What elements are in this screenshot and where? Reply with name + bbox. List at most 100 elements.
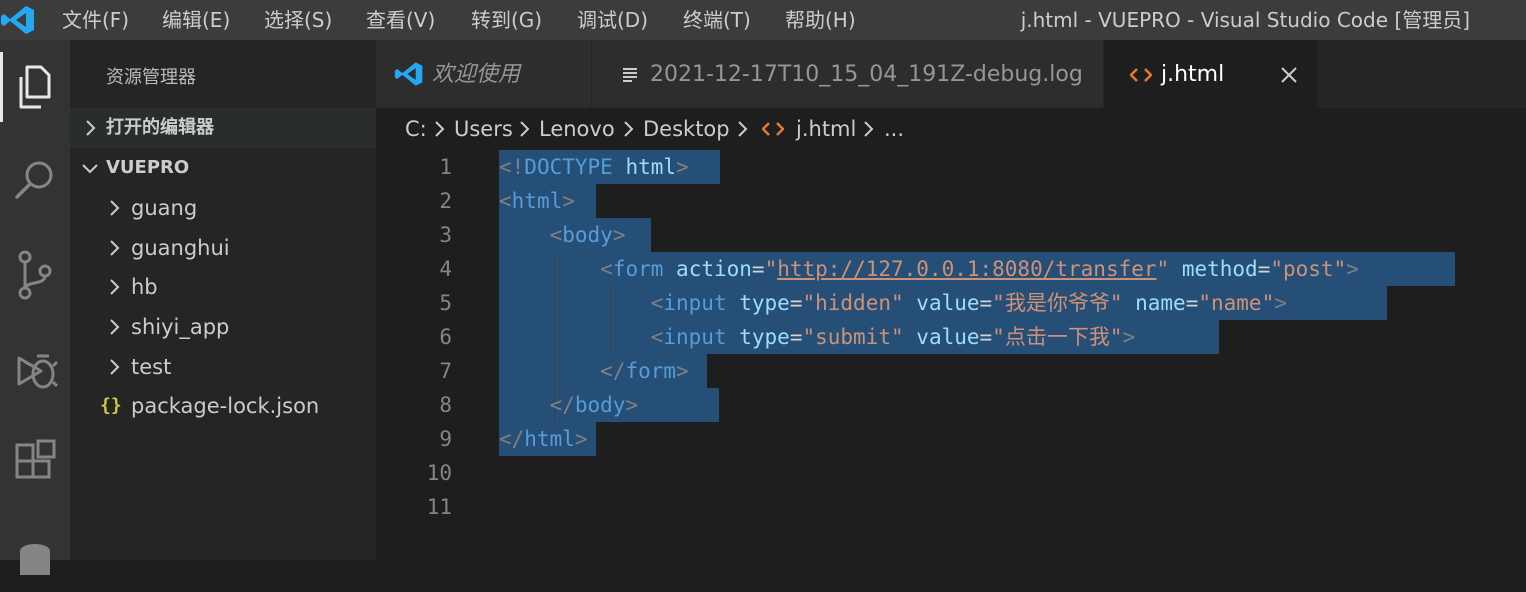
debug-icon[interactable] xyxy=(0,334,70,404)
code-line-1: <!DOCTYPE html> xyxy=(499,150,689,184)
token-bracket: > xyxy=(676,155,689,179)
html-file-icon xyxy=(762,122,784,136)
activity-bar xyxy=(0,40,70,575)
token-eq: = xyxy=(1185,291,1199,315)
code-line-5: <input type="hidden" value="我是你爷爷" name=… xyxy=(499,286,1287,320)
menu-file[interactable]: 文件(F) xyxy=(62,0,129,40)
explorer-sidebar: 资源管理器 打开的编辑器 VUEPRO guang guanghui hb sh… xyxy=(70,40,376,560)
tree-item-label: guanghui xyxy=(131,236,230,260)
chevron-right-icon xyxy=(864,121,874,137)
token-string: "submit" xyxy=(802,325,904,349)
tree-folder-guanghui[interactable]: guanghui xyxy=(70,228,376,268)
token-bracket: > xyxy=(625,393,639,417)
tree-item-label: package-lock.json xyxy=(131,394,320,418)
token-bracket: > xyxy=(676,359,689,383)
breadcrumb-item[interactable]: Lenovo xyxy=(539,108,615,150)
line-number: 11 xyxy=(426,495,452,519)
token-bracket: < xyxy=(499,189,512,213)
token-tag: html xyxy=(524,427,575,451)
search-icon[interactable] xyxy=(0,146,70,216)
breadcrumb-item[interactable]: C: xyxy=(405,108,427,150)
tree-folder-shiyi-app[interactable]: shiyi_app xyxy=(70,307,376,347)
window-title: j.html - VUEPRO - Visual Studio Code [管理… xyxy=(1020,8,1470,32)
tab-label: 欢迎使用 xyxy=(432,62,521,87)
token-quote: " xyxy=(764,257,778,281)
line-number: 2 xyxy=(439,189,452,213)
tab-debug-log[interactable]: 2021-12-17T10_15_04_191Z-debug.log xyxy=(592,40,1104,108)
url-link[interactable]: http://127.0.0.1:8080/transfer xyxy=(777,257,1156,281)
chevron-right-icon xyxy=(624,121,634,137)
explorer-icon[interactable] xyxy=(0,52,70,122)
menu-debug[interactable]: 调试(D) xyxy=(577,0,648,40)
html-file-icon xyxy=(1130,68,1152,82)
project-section[interactable]: VUEPRO xyxy=(70,148,376,188)
json-file-icon: {} xyxy=(100,395,122,416)
token-attr: action xyxy=(676,257,752,281)
line-number: 3 xyxy=(439,223,452,247)
token-tag: html xyxy=(511,189,563,213)
breadcrumb-item[interactable]: Desktop xyxy=(643,108,730,150)
token-bracket: < xyxy=(650,325,664,349)
token-string: "post" xyxy=(1270,257,1347,281)
menu-edit[interactable]: 编辑(E) xyxy=(162,0,230,40)
breadcrumb-item[interactable]: Users xyxy=(454,108,513,150)
line-number: 7 xyxy=(439,359,452,383)
chevron-right-icon xyxy=(86,120,96,136)
tree-folder-guang[interactable]: guang xyxy=(70,188,376,228)
code-line-2: <html> xyxy=(499,184,575,218)
token-eq: = xyxy=(979,291,993,315)
token-tag: form xyxy=(625,359,677,383)
vscode-logo-icon xyxy=(394,62,423,86)
database-icon[interactable] xyxy=(0,522,70,592)
open-editors-section[interactable]: 打开的编辑器 xyxy=(70,108,376,148)
token-bracket: <! xyxy=(499,155,525,179)
line-number: 8 xyxy=(439,393,452,417)
menu-view[interactable]: 查看(V) xyxy=(366,0,435,40)
breadcrumb-item[interactable]: j.html xyxy=(796,108,856,150)
code-editor[interactable]: 1 2 3 4 5 6 7 8 9 10 11 <!DOCTYPE html> … xyxy=(376,150,1526,560)
tree-item-label: shiyi_app xyxy=(131,315,230,339)
token-bracket: </ xyxy=(600,359,626,383)
token-bracket: > xyxy=(1274,291,1287,315)
menu-help[interactable]: 帮助(H) xyxy=(785,0,856,40)
token-tag: input xyxy=(663,325,727,349)
chevron-right-icon xyxy=(738,121,748,137)
source-control-icon[interactable] xyxy=(0,240,70,310)
menu-terminal[interactable]: 终端(T) xyxy=(683,0,751,40)
tab-welcome[interactable]: 欢迎使用 xyxy=(376,40,592,108)
open-editors-label: 打开的编辑器 xyxy=(106,117,214,138)
code-line-7: </form> xyxy=(499,354,689,388)
project-label: VUEPRO xyxy=(106,157,190,178)
token-attr: value xyxy=(916,291,980,315)
tree-folder-test[interactable]: test xyxy=(70,347,376,387)
breadcrumb-item[interactable]: ... xyxy=(884,108,904,150)
token-eq: = xyxy=(789,291,803,315)
menu-selection[interactable]: 选择(S) xyxy=(264,0,332,40)
token-string: "name" xyxy=(1198,291,1275,315)
token-bracket: </ xyxy=(499,427,525,451)
tree-file-package-lock[interactable]: {} package-lock.json xyxy=(70,386,376,426)
token-attr: method xyxy=(1181,257,1258,281)
token-bracket: < xyxy=(650,291,664,315)
token-string: "hidden" xyxy=(802,291,904,315)
token-eq: = xyxy=(1257,257,1271,281)
token-bracket: > xyxy=(574,427,588,451)
token-bracket: < xyxy=(549,223,563,247)
menu-goto[interactable]: 转到(G) xyxy=(471,0,542,40)
token-bracket: > xyxy=(612,223,626,247)
chevron-right-icon xyxy=(435,121,445,137)
line-number: 9 xyxy=(439,427,452,451)
extensions-icon[interactable] xyxy=(0,428,70,498)
close-icon[interactable] xyxy=(1280,66,1298,84)
tab-j-html[interactable]: j.html xyxy=(1104,40,1318,108)
code-line-9: </html> xyxy=(499,422,588,456)
tree-folder-hb[interactable]: hb xyxy=(70,267,376,307)
code-line-4: <form action="http://127.0.0.1:8080/tran… xyxy=(499,252,1359,286)
chevron-down-icon xyxy=(82,164,98,174)
